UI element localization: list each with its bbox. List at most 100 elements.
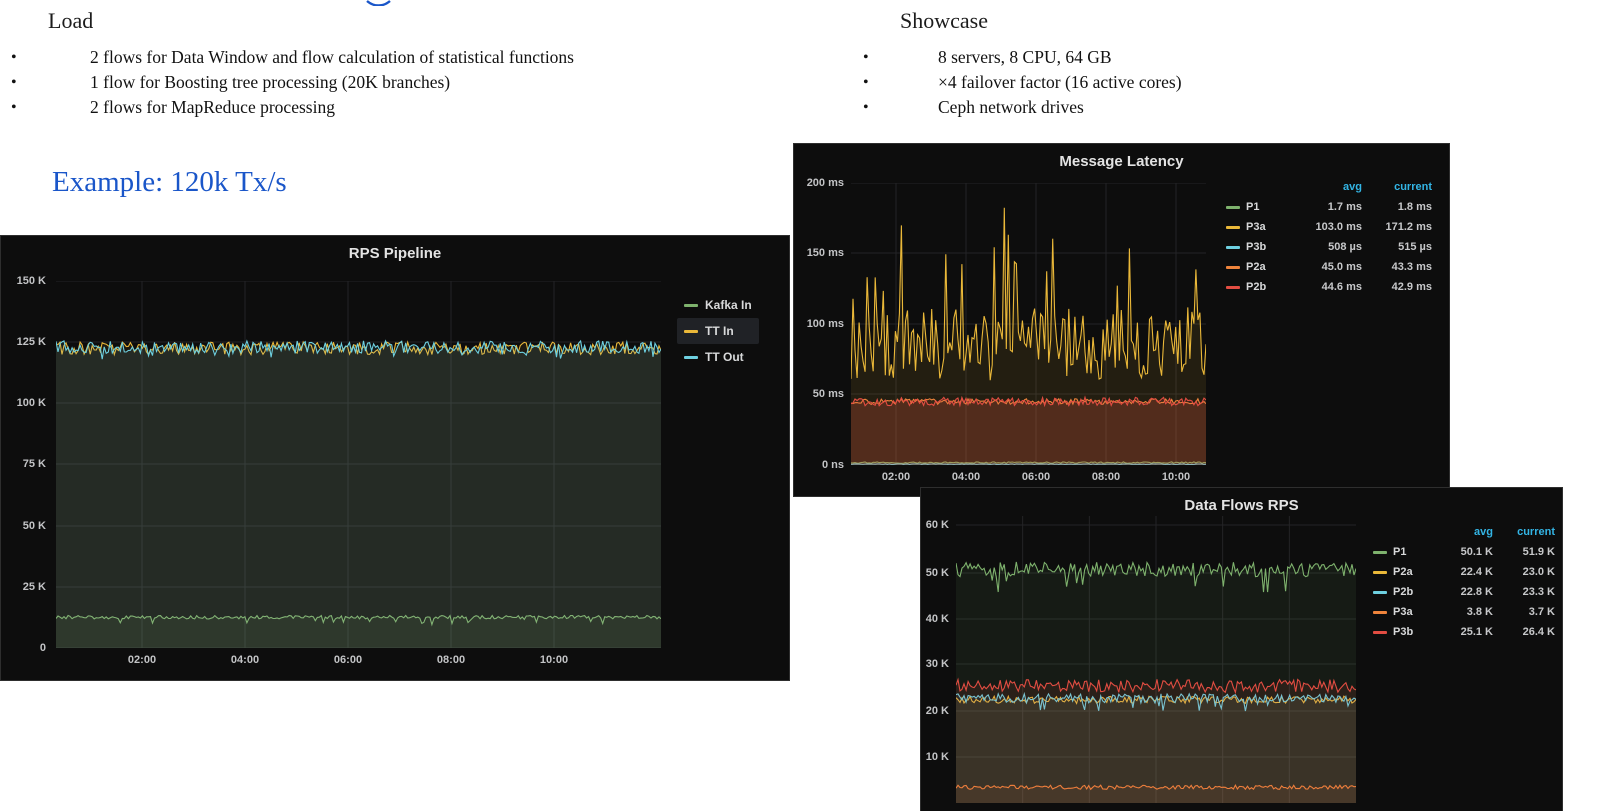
x-tick-label: 04:00 [951, 471, 981, 483]
legend-label: TT Out [705, 350, 744, 364]
showcase-heading: Showcase [900, 8, 988, 33]
legend-table: avg current P1 1.7 ms 1.8 ms P3a 103.0 ms 171.2… [1226, 177, 1432, 297]
load-bullet-item: 2 flows for Data Window and flow calcula… [0, 45, 780, 70]
legend-label: P1 [1246, 201, 1260, 213]
legend-item-p2a[interactable]: P2a [1373, 566, 1427, 578]
legend-header-avg[interactable]: avg [1427, 526, 1493, 538]
legend-item-p3b[interactable]: P3b [1226, 241, 1284, 253]
y-tick-label: 150 K [16, 275, 46, 287]
legend-color-dash [1373, 550, 1387, 554]
showcase-bullet-item: Ceph network drives [852, 95, 1472, 120]
legend-label: Kafka In [705, 298, 752, 312]
legend-current-p2b: 42.9 ms [1391, 281, 1432, 293]
legend-current-p3b: 515 µs [1398, 241, 1432, 253]
load-bullet-item: 2 flows for MapReduce processing [0, 95, 780, 120]
legend-avg-p2a: 45.0 ms [1321, 261, 1362, 273]
legend-current-p2a: 43.3 ms [1391, 261, 1432, 273]
legend-color-dash [684, 329, 698, 333]
plot-svg [851, 183, 1206, 465]
y-tick-label: 100 K [16, 397, 46, 409]
legend-current-p2a: 23.0 K [1522, 566, 1555, 578]
legend-label: TT In [705, 324, 734, 338]
x-tick-label: 08:00 [1091, 471, 1121, 483]
legend-item-p1[interactable]: P1 [1373, 546, 1427, 558]
x-tick-label: 02:00 [127, 654, 157, 666]
legend-header-current[interactable]: current [1493, 526, 1555, 538]
x-tick-label: 06:00 [333, 654, 363, 666]
x-tick-label: 10:00 [1161, 471, 1191, 483]
legend-header-current[interactable]: current [1362, 181, 1432, 193]
y-tick-label: 60 K [925, 519, 949, 531]
y-tick-label: 20 K [925, 705, 949, 717]
plot-svg [56, 281, 661, 648]
legend-header-avg[interactable]: avg [1284, 181, 1362, 193]
y-tick-label: 50 ms [812, 388, 844, 400]
panel-title[interactable]: Message Latency [794, 153, 1449, 170]
y-tick-label: 30 K [925, 658, 949, 670]
legend-label: P3a [1393, 606, 1413, 618]
legend-color-dash [1226, 225, 1240, 229]
legend-color-dash [684, 303, 698, 307]
series-fill-p2b [851, 397, 1206, 465]
y-tick-label: 0 [39, 642, 46, 654]
legend-label: P1 [1393, 546, 1407, 558]
example-heading: Example: 120k Tx/s [52, 166, 287, 198]
legend-label: P2a [1393, 566, 1413, 578]
y-tick-label: 25 K [22, 581, 46, 593]
legend-color-dash [1373, 590, 1387, 594]
legend-avg-p1: 50.1 K [1460, 546, 1493, 558]
legend-item-p1[interactable]: P1 [1226, 201, 1284, 213]
legend-item-kafka-in[interactable]: Kafka In [677, 292, 759, 318]
y-tick-label: 10 K [925, 751, 949, 763]
legend-item-p2a[interactable]: P2a [1226, 261, 1284, 273]
legend-current-p3a: 171.2 ms [1385, 221, 1432, 233]
y-tick-label: 100 ms [806, 318, 844, 330]
legend-color-dash [684, 355, 698, 359]
legend-avg-p3a: 103.0 ms [1315, 221, 1362, 233]
load-bullet-item: 1 flow for Boosting tree processing (20K… [0, 70, 780, 95]
legend-item-tt-in[interactable]: TT In [677, 318, 759, 344]
showcase-bullet-item: 8 servers, 8 CPU, 64 GB [852, 45, 1472, 70]
series-fill-p3b [956, 679, 1356, 803]
legend: Kafka In TT In TT Out [677, 292, 759, 370]
legend-label: P3b [1393, 626, 1414, 638]
legend-color-dash [1373, 630, 1387, 634]
y-tick-label: 0 ns [821, 459, 844, 471]
legend-color-dash [1226, 265, 1240, 269]
legend-avg-p3b: 25.1 K [1460, 626, 1493, 638]
message-latency-panel: Message Latency 200 ms 150 ms 100 ms 50 ms 0… [793, 143, 1450, 497]
legend-item-p2b[interactable]: P2b [1373, 586, 1427, 598]
legend-avg-p3a: 3.8 K [1466, 606, 1493, 618]
y-tick-label: 200 ms [806, 177, 844, 189]
x-tick-label: 06:00 [1021, 471, 1051, 483]
legend-color-dash [1373, 570, 1387, 574]
legend-item-tt-out[interactable]: TT Out [677, 344, 759, 370]
legend-color-dash [1373, 610, 1387, 614]
series-fill-tt-out [56, 340, 661, 648]
legend-item-p3a[interactable]: P3a [1373, 606, 1427, 618]
legend-current-p1: 51.9 K [1522, 546, 1555, 558]
legend-color-dash [1226, 205, 1240, 209]
legend-item-p3b[interactable]: P3b [1373, 626, 1427, 638]
y-tick-label: 50 K [925, 567, 949, 579]
legend-table: avg current P1 50.1 K 51.9 K P2a 22.4 K 23.0 K P… [1373, 522, 1555, 642]
legend-current-p2b: 23.3 K [1522, 586, 1555, 598]
legend-label: P3a [1246, 221, 1266, 233]
x-tick-label: 02:00 [881, 471, 911, 483]
legend-color-dash [1226, 285, 1240, 289]
rps-pipeline-panel: RPS Pipeline 150 K 125 K 100 K 75 K 50 K 25 K… [0, 235, 790, 681]
panel-title[interactable]: Data Flows RPS [921, 497, 1562, 514]
load-bullet-list: 2 flows for Data Window and flow calcula… [0, 45, 780, 120]
legend-item-p3a[interactable]: P3a [1226, 221, 1284, 233]
y-tick-label: 125 K [16, 336, 46, 348]
showcase-bullet-list: 8 servers, 8 CPU, 64 GB ×4 failover fact… [852, 45, 1472, 120]
legend-label: P2a [1246, 261, 1266, 273]
legend-avg-p1: 1.7 ms [1327, 201, 1362, 213]
plot-svg [956, 516, 1356, 803]
legend-item-p2b[interactable]: P2b [1226, 281, 1284, 293]
panel-title[interactable]: RPS Pipeline [1, 245, 789, 262]
x-tick-label: 04:00 [230, 654, 260, 666]
legend-avg-p3b: 508 µs [1328, 241, 1362, 253]
legend-color-dash [1226, 245, 1240, 249]
legend-label: P2b [1393, 586, 1414, 598]
